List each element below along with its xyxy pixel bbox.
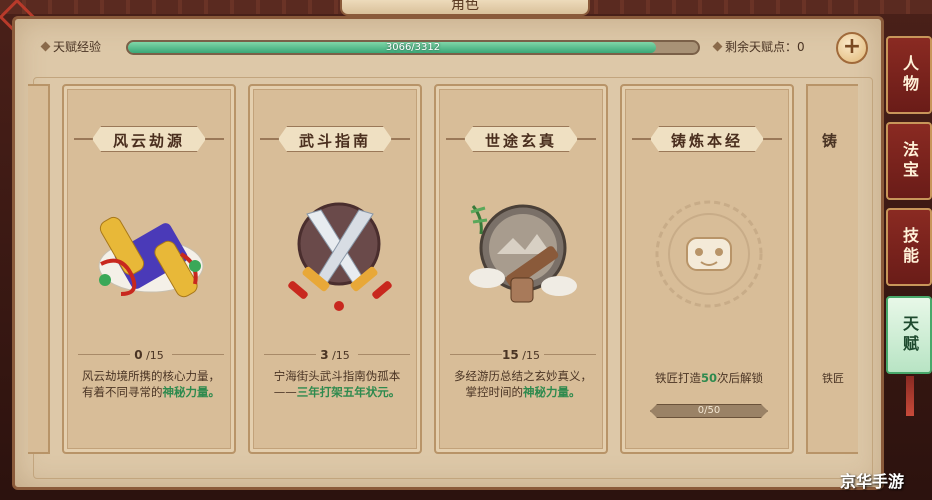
partial-card-desc: 铁匠 [822, 372, 844, 385]
card-title: 武斗指南 [298, 132, 371, 150]
scroll-emblem-icon [469, 204, 577, 303]
partial-card-left[interactable] [28, 84, 50, 454]
remaining-points: 剩余天赋点：0 [712, 38, 805, 55]
partial-card-right[interactable]: 铸 铁匠 [806, 84, 858, 454]
card-level: 15 /15 [502, 348, 540, 362]
card-description: 宁海街头武斗指南伪孤本——三年打架五年状元。 [273, 369, 401, 399]
watermark: 京华手游 [840, 472, 905, 491]
remaining-points-text: 剩余天赋点：0 [725, 40, 805, 54]
add-points-button[interactable]: + [836, 32, 868, 64]
card-title: 世途玄真 [484, 132, 557, 150]
talent-card-shitu[interactable]: 世途玄真 15 /15 多经游历总结之玄妙真义，掌控时间的神秘力量。 [434, 84, 608, 454]
talent-card-zhulian[interactable]: 铸炼本经 铁匠打造50次后解锁 0/50 [620, 84, 794, 454]
talent-card-wudou[interactable]: 武斗指南 3 /15 宁海街头武斗指南伪孤本——三年打架五年状元。 [248, 84, 422, 454]
diamond-bullet-icon [40, 41, 51, 52]
partial-card-title: 铸 [822, 132, 838, 150]
card-title: 铸炼本经 [670, 132, 743, 150]
unlock-progress: 0/50 [650, 404, 768, 418]
talent-exp-bar: 3066/3312 [126, 40, 700, 55]
window-title: 角色 [340, 0, 590, 16]
tab-tassel-ornament [906, 376, 914, 416]
tab-treasure[interactable]: 法宝 [886, 122, 932, 200]
card-title-band: 武斗指南 [260, 126, 410, 152]
card-description: 多经游历总结之玄妙真义，掌控时间的神秘力量。 [454, 369, 592, 399]
talent-card-fengyun[interactable]: 风云劫源 0 /15 风云劫境所携的核心力量，有着不同寻常的神秘力量。 [62, 84, 236, 454]
card-level: 3 /15 [320, 348, 350, 362]
diamond-bullet-icon [712, 41, 723, 52]
tab-skills[interactable]: 技能 [886, 208, 932, 286]
unlock-condition: 铁匠打造50次后解锁 [654, 371, 763, 385]
card-title-band: 世途玄真 [446, 126, 596, 152]
crossed-swords-icon [288, 202, 392, 311]
tab-talent[interactable]: 天赋 [886, 296, 932, 374]
card-level: 0 /15 [134, 348, 164, 362]
card-description: 风云劫境所携的核心力量，有着不同寻常的神秘力量。 [82, 369, 220, 399]
talent-exp-label: 天赋经验 [40, 38, 102, 55]
card-title-band: 铸炼本经 [632, 126, 782, 152]
card-title-band: 风云劫源 [74, 126, 224, 152]
locked-emblem-icon [655, 200, 763, 308]
talent-exp-text: 天赋经验 [53, 40, 102, 54]
talent-exp-value: 3066/3312 [385, 42, 441, 53]
card-title: 风云劫源 [112, 132, 185, 150]
tab-character[interactable]: 人物 [886, 36, 932, 114]
golden-scroll-icon [98, 216, 204, 298]
